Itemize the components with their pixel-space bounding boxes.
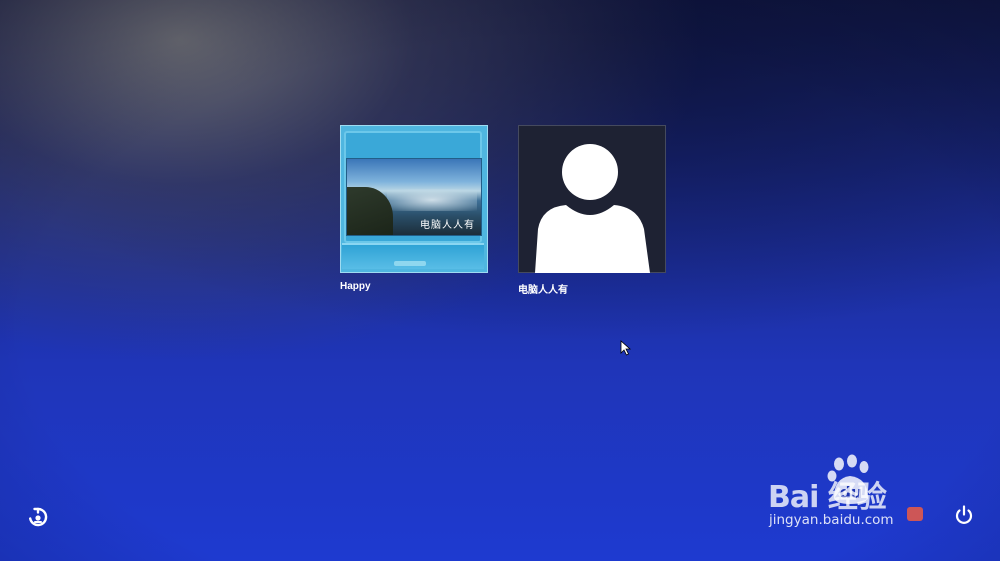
laptop-touchpad (394, 261, 426, 266)
power-icon (955, 505, 973, 524)
watermark-logo-text: Bai 经验 (768, 480, 887, 515)
user-silhouette-icon (535, 144, 650, 273)
user-name-happy[interactable]: Happy (340, 281, 371, 292)
laptop-screen-image: 电脑人人有 (346, 158, 482, 236)
power-button[interactable] (953, 504, 975, 526)
mouse-cursor-icon (620, 340, 632, 356)
ease-of-access-icon (29, 507, 48, 527)
baidu-jingyan-watermark: du Bai 经验 jingyan.baidu.com (766, 452, 956, 542)
user-tile-default[interactable] (518, 125, 666, 273)
watermark-url: jingyan.baidu.com (769, 512, 894, 528)
user-name-default[interactable]: 电脑人人有 (518, 281, 568, 296)
user-tile-happy[interactable]: 电脑人人有 (340, 125, 488, 273)
ease-of-access-button[interactable] (27, 506, 49, 528)
watermark-badge (907, 507, 923, 521)
screen-wave (387, 189, 477, 211)
screen-caption: 电脑人人有 (420, 220, 475, 231)
